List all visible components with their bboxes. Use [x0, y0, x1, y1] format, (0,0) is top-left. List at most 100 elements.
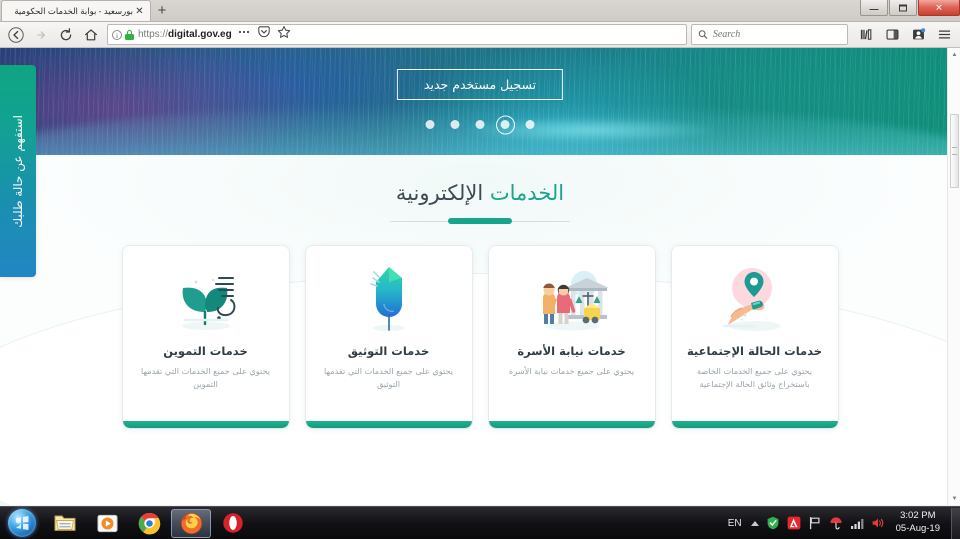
windows-taskbar: EN 3:02 PM 05-Aug-19: [0, 506, 960, 539]
back-arrow-icon: [8, 26, 24, 43]
home-button[interactable]: [79, 24, 103, 46]
tab-strip: بورسعيد - بوابة الخدمات الحكومية ✕ + ✕: [0, 0, 960, 22]
window-close-button[interactable]: ✕: [918, 0, 960, 16]
title-divider: [390, 218, 570, 224]
taskbar-item-mozilla-firefox[interactable]: [171, 508, 211, 538]
card-description: يحتوي على جميع خدمات نيابة الأسرة: [508, 365, 635, 376]
taskbar-item-windows-media-player[interactable]: [87, 509, 127, 538]
browser-tab[interactable]: بورسعيد - بوابة الخدمات الحكومية ✕: [1, 0, 151, 21]
carousel-dot-5[interactable]: [425, 120, 435, 129]
show-desktop-button[interactable]: [951, 507, 960, 539]
scroll-up-arrow-icon[interactable]: ▲: [948, 48, 960, 61]
file-explorer-icon: [54, 515, 76, 531]
scrollbar-thumb[interactable]: [950, 114, 959, 188]
flag-action-center-icon[interactable]: [808, 516, 822, 530]
url-text: https://digital.gov.eg: [138, 29, 232, 40]
window-restore-button[interactable]: [889, 0, 917, 16]
search-bar[interactable]: [691, 24, 848, 45]
service-card-family-prosecution[interactable]: خدمات نيابة الأسرة يحتوي على جميع خدمات …: [488, 246, 655, 428]
antivirus-shield-icon[interactable]: [766, 516, 780, 530]
page-title-accent: الخدمات: [489, 181, 565, 205]
taskbar-item-file-explorer[interactable]: [45, 509, 85, 538]
chrome-icon: [138, 512, 160, 534]
card-description: يحتوي على جميع الخدمات التي تقدمها التوث…: [323, 365, 454, 389]
system-tray: EN 3:02 PM 05-Aug-19: [726, 510, 951, 535]
new-tab-button[interactable]: +: [151, 2, 173, 21]
app-menu-button[interactable]: [932, 24, 956, 46]
carousel-dot-2[interactable]: [500, 120, 510, 129]
clock-time: 3:02 PM: [900, 510, 936, 522]
card-accent-bar: [305, 421, 472, 428]
card-accent-bar: [122, 421, 289, 428]
service-card-social-status[interactable]: خدمات الحالة الإجتماعية يحتوي على جميع ا…: [671, 246, 838, 428]
register-new-user-button[interactable]: تسجيل مستخدم جديد: [396, 69, 564, 100]
language-indicator[interactable]: EN: [726, 518, 744, 529]
page-title: الخدمات الإلكترونية: [0, 181, 960, 205]
sidebar-icon[interactable]: [880, 24, 904, 46]
window-minimize-button[interactable]: [860, 0, 888, 16]
carousel-dot-4[interactable]: [450, 120, 460, 129]
service-card-documentation[interactable]: خدمات التوثيق يحتوي على جميع الخدمات الت…: [305, 246, 472, 428]
tab-title: بورسعيد - بوابة الخدمات الحكومية: [14, 5, 133, 16]
service-card-supply[interactable]: خدمات التموين يحتوي على جميع الخدمات الت…: [122, 246, 289, 428]
library-icon[interactable]: [854, 24, 878, 46]
url-bar-actions: [232, 25, 296, 44]
search-input[interactable]: [712, 29, 841, 40]
card-description: يحتوي على جميع الخدمات التي تقدمها التمو…: [140, 365, 271, 389]
service-cards: خدمات الحالة الإجتماعية يحتوي على جميع ا…: [0, 246, 960, 428]
toolbar-right-actions: [849, 24, 956, 46]
browser-window: بورسعيد - بوابة الخدمات الحكومية ✕ + ✕ i…: [0, 0, 960, 506]
url-bar[interactable]: i https://digital.gov.eg: [107, 24, 687, 45]
network-signal-icon[interactable]: [850, 517, 864, 530]
reload-icon: [60, 27, 72, 40]
clock[interactable]: 3:02 PM 05-Aug-19: [892, 510, 946, 535]
card-title: خدمات التموين: [163, 344, 248, 358]
card-accent-bar: [488, 421, 655, 428]
search-icon: [698, 30, 708, 39]
hero-banner: تسجيل مستخدم جديد: [0, 48, 960, 155]
bookmark-star-icon[interactable]: [277, 25, 291, 44]
track-request-status-label: استفهم عن حالة طلبك: [11, 114, 25, 228]
volume-icon[interactable]: [871, 516, 885, 530]
firefox-icon: [180, 512, 202, 534]
carousel-dot-3[interactable]: [475, 120, 485, 129]
carousel-dots: [425, 120, 535, 129]
forward-arrow-icon: [37, 30, 46, 39]
windows-logo-icon: [8, 509, 36, 537]
taskbar-item-google-chrome[interactable]: [129, 509, 169, 538]
close-icon: ✕: [935, 2, 943, 12]
card-title: خدمات التوثيق: [347, 344, 430, 358]
page-viewport: تسجيل مستخدم جديد الخدمات الإلكترونية خد…: [0, 48, 960, 505]
clock-date: 05-Aug-19: [895, 523, 940, 534]
taskbar-item-opera-browser[interactable]: [213, 509, 253, 538]
page-title-rest: الإلكترونية: [395, 181, 484, 205]
navigation-toolbar: i https://digital.gov.eg: [0, 22, 960, 48]
scroll-down-arrow-icon[interactable]: ▼: [948, 492, 960, 505]
page-scrollbar[interactable]: ▲ ▼: [947, 48, 960, 505]
card-accent-bar: [671, 421, 838, 428]
services-section: الخدمات الإلكترونية خدمات الحالة الإجتما…: [0, 155, 960, 505]
family-prosecution-icon: [529, 262, 615, 336]
pocket-icon[interactable]: [257, 25, 271, 44]
start-button[interactable]: [0, 508, 44, 539]
lock-icon: [125, 29, 134, 40]
page-actions-icon[interactable]: [237, 25, 251, 44]
documentation-icon: [346, 262, 432, 336]
home-icon: [85, 28, 97, 40]
tab-close-icon[interactable]: ✕: [133, 5, 146, 18]
section-header: الخدمات الإلكترونية: [0, 155, 960, 224]
reload-button[interactable]: [54, 24, 78, 46]
site-identity[interactable]: i: [112, 29, 138, 40]
account-icon[interactable]: [906, 24, 930, 46]
card-title: خدمات نيابة الأسرة: [517, 344, 626, 358]
carousel-dot-1[interactable]: [525, 120, 535, 129]
forward-button[interactable]: [29, 24, 53, 46]
back-button[interactable]: [4, 24, 28, 46]
track-request-status-tab[interactable]: استفهم عن حالة طلبك: [0, 65, 36, 277]
avast-icon[interactable]: [787, 516, 801, 530]
show-hidden-icons-button[interactable]: [750, 520, 759, 526]
page-info-icon[interactable]: i: [112, 29, 122, 40]
umbrella-icon[interactable]: [829, 516, 843, 530]
supply-icon: [163, 262, 249, 336]
window-controls: ✕: [859, 0, 960, 17]
